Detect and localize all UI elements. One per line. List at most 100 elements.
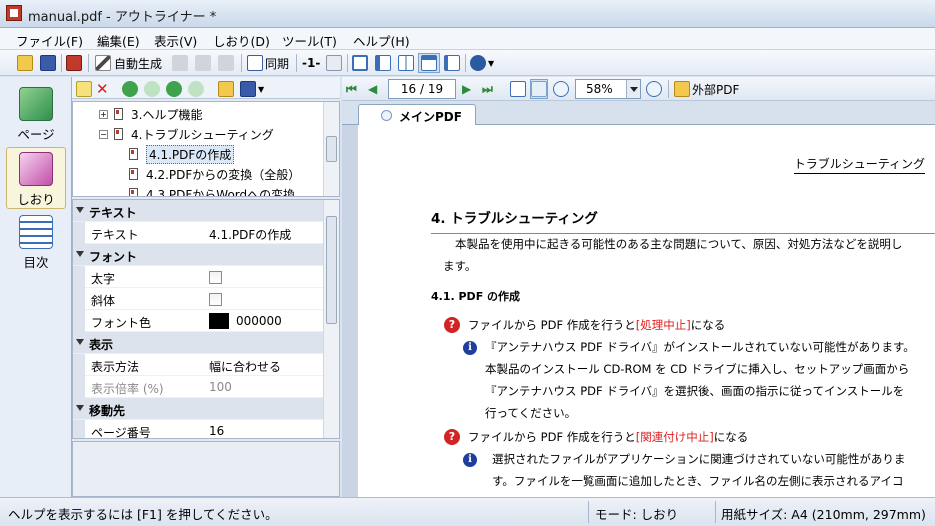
scroll-thumb[interactable] <box>326 216 337 324</box>
prop-row-page[interactable]: ページ番号 16 <box>73 420 325 438</box>
last-page-button[interactable]: ⏭ <box>482 79 500 99</box>
sync-label: 同期 <box>265 56 290 71</box>
layout-2-button[interactable] <box>375 53 393 73</box>
left-nav: ページ しおり 目次 <box>0 77 72 497</box>
link-icon <box>326 55 342 71</box>
layout-1-button[interactable] <box>352 53 370 73</box>
answer-line: 選択されたファイルがアプリケーションに関連づけされていない可能性がありま <box>492 452 906 466</box>
tree-item[interactable]: + 3.ヘルプ機能 <box>99 104 202 124</box>
page-indicator[interactable]: 16 / 19 <box>388 79 456 99</box>
menu-help[interactable]: ヘルプ(H) <box>353 31 410 50</box>
arrow-down-icon <box>166 81 182 97</box>
auto-generate-button[interactable]: 自動生成 <box>95 53 162 73</box>
tree-item[interactable]: − 4.トラブルシューティング <box>99 124 274 144</box>
layout-grid-icon <box>421 55 437 71</box>
prop-row-display-method[interactable]: 表示方法 幅に合わせる <box>73 354 325 376</box>
scroll-thumb[interactable] <box>326 136 337 162</box>
tab-main-pdf[interactable]: メインPDF <box>358 104 476 126</box>
layout-panel-icon <box>444 55 460 71</box>
color-swatch[interactable] <box>209 313 229 329</box>
delete-icon: ✕ <box>96 80 109 98</box>
category-font[interactable]: フォント <box>73 244 325 266</box>
nav-toc[interactable]: 目次 <box>6 211 66 273</box>
chevron-down-icon[interactable] <box>626 80 640 98</box>
zoom-in-button[interactable] <box>646 79 664 99</box>
new-bookmark-button[interactable] <box>76 79 94 99</box>
zoom-select[interactable]: 58% <box>575 79 641 99</box>
category-display[interactable]: 表示 <box>73 332 325 354</box>
prop-key: 表示倍率 (%) <box>91 382 164 396</box>
answer-line: 本製品のインストール CD-ROM を CD ドライブに挿入し、セットアップ画面… <box>485 362 910 376</box>
nav-bookmark[interactable]: しおり <box>6 147 66 209</box>
tree-item[interactable]: 4.3.PDFからWordへの変換 <box>129 184 295 196</box>
move-down-button[interactable] <box>166 79 184 99</box>
expand-icon[interactable]: + <box>99 109 108 119</box>
prop-row-zoom: 表示倍率 (%) 100 <box>73 376 325 398</box>
prop-row-font-color[interactable]: フォント色 000000 <box>73 310 325 332</box>
page-number-button[interactable]: -1- <box>302 53 320 73</box>
fit-width-button[interactable] <box>530 79 548 99</box>
problem-highlight: [処理中止] <box>635 318 691 332</box>
title-bar: manual.pdf - アウトライナー * <box>0 0 935 28</box>
layout-single-icon <box>352 55 368 71</box>
menu-view[interactable]: 表示(V) <box>154 31 197 50</box>
nav-page[interactable]: ページ <box>6 83 66 145</box>
bold-checkbox[interactable] <box>209 271 222 284</box>
copy-button[interactable] <box>195 53 213 73</box>
first-page-button[interactable]: ⏮ <box>346 79 364 99</box>
move-up-button[interactable] <box>144 79 162 99</box>
category-destination[interactable]: 移動先 <box>73 398 325 420</box>
tree-item[interactable]: 4.2.PDFからの変換（全般） <box>129 164 300 184</box>
move-left-button[interactable] <box>122 79 140 99</box>
prev-page-button[interactable]: ◀ <box>368 79 386 99</box>
pdf-button[interactable] <box>66 53 84 73</box>
prop-value-color: 000000 <box>236 314 282 328</box>
tree-item-selected[interactable]: 4.1.PDFの作成 <box>129 144 235 164</box>
save-button[interactable] <box>40 53 58 73</box>
collapse-icon[interactable]: − <box>99 129 108 139</box>
prop-row-text[interactable]: テキスト 4.1.PDFの作成 <box>73 222 325 244</box>
paste-button[interactable] <box>218 53 236 73</box>
layout-split-icon <box>375 55 391 71</box>
help-button[interactable]: ▼ <box>470 53 494 73</box>
sync-button[interactable]: 同期 <box>247 53 289 73</box>
menu-bookmark[interactable]: しおり(D) <box>213 31 270 50</box>
zoom-out-button[interactable] <box>553 79 571 99</box>
pdf-icon <box>66 55 82 71</box>
link-button[interactable] <box>326 53 344 73</box>
next-page-button[interactable]: ▶ <box>462 79 480 99</box>
auto-generate-label: 自動生成 <box>114 56 163 71</box>
prop-row-bold[interactable]: 太字 <box>73 266 325 288</box>
category-text[interactable]: テキスト <box>73 200 325 222</box>
open-bookmark-file-button[interactable] <box>218 79 236 99</box>
pages-icon <box>19 87 53 121</box>
props-scrollbar[interactable] <box>323 200 339 438</box>
external-pdf-button[interactable]: 外部PDF <box>674 79 739 99</box>
prop-value-text[interactable]: 4.1.PDFの作成 <box>209 226 291 243</box>
arrow-up-icon <box>144 81 160 97</box>
menu-edit[interactable]: 編集(E) <box>97 31 140 50</box>
prop-value-method[interactable]: 幅に合わせる <box>209 358 281 375</box>
prop-value-page[interactable]: 16 <box>209 424 224 438</box>
save-bookmark-button[interactable]: ▼ <box>240 79 264 99</box>
nav-page-label: ページ <box>17 127 55 142</box>
paragraph-line: ます。 <box>443 259 477 273</box>
delete-bookmark-button[interactable]: ✕ <box>96 79 114 99</box>
folder-icon <box>218 81 234 97</box>
layout-3-button[interactable] <box>398 53 416 73</box>
layout-4-button[interactable] <box>418 53 440 73</box>
menu-file[interactable]: ファイル(F) <box>16 31 83 50</box>
prop-row-italic[interactable]: 斜体 <box>73 288 325 310</box>
first-page-icon: ⏮ <box>346 81 357 96</box>
cut-button[interactable] <box>172 53 190 73</box>
move-right-button[interactable] <box>188 79 206 99</box>
tree-scrollbar[interactable] <box>323 102 339 196</box>
section-heading: 4. トラブルシューティング <box>431 207 935 234</box>
italic-checkbox[interactable] <box>209 293 222 306</box>
layout-5-button[interactable] <box>444 53 462 73</box>
menu-tools[interactable]: ツール(T) <box>282 31 337 50</box>
pdf-page[interactable]: トラブルシューティング 4. トラブルシューティング 本製品を使用中に起きる可能… <box>358 125 935 497</box>
category-label: 移動先 <box>89 404 126 418</box>
fit-page-button[interactable] <box>510 79 528 99</box>
open-button[interactable] <box>17 53 35 73</box>
